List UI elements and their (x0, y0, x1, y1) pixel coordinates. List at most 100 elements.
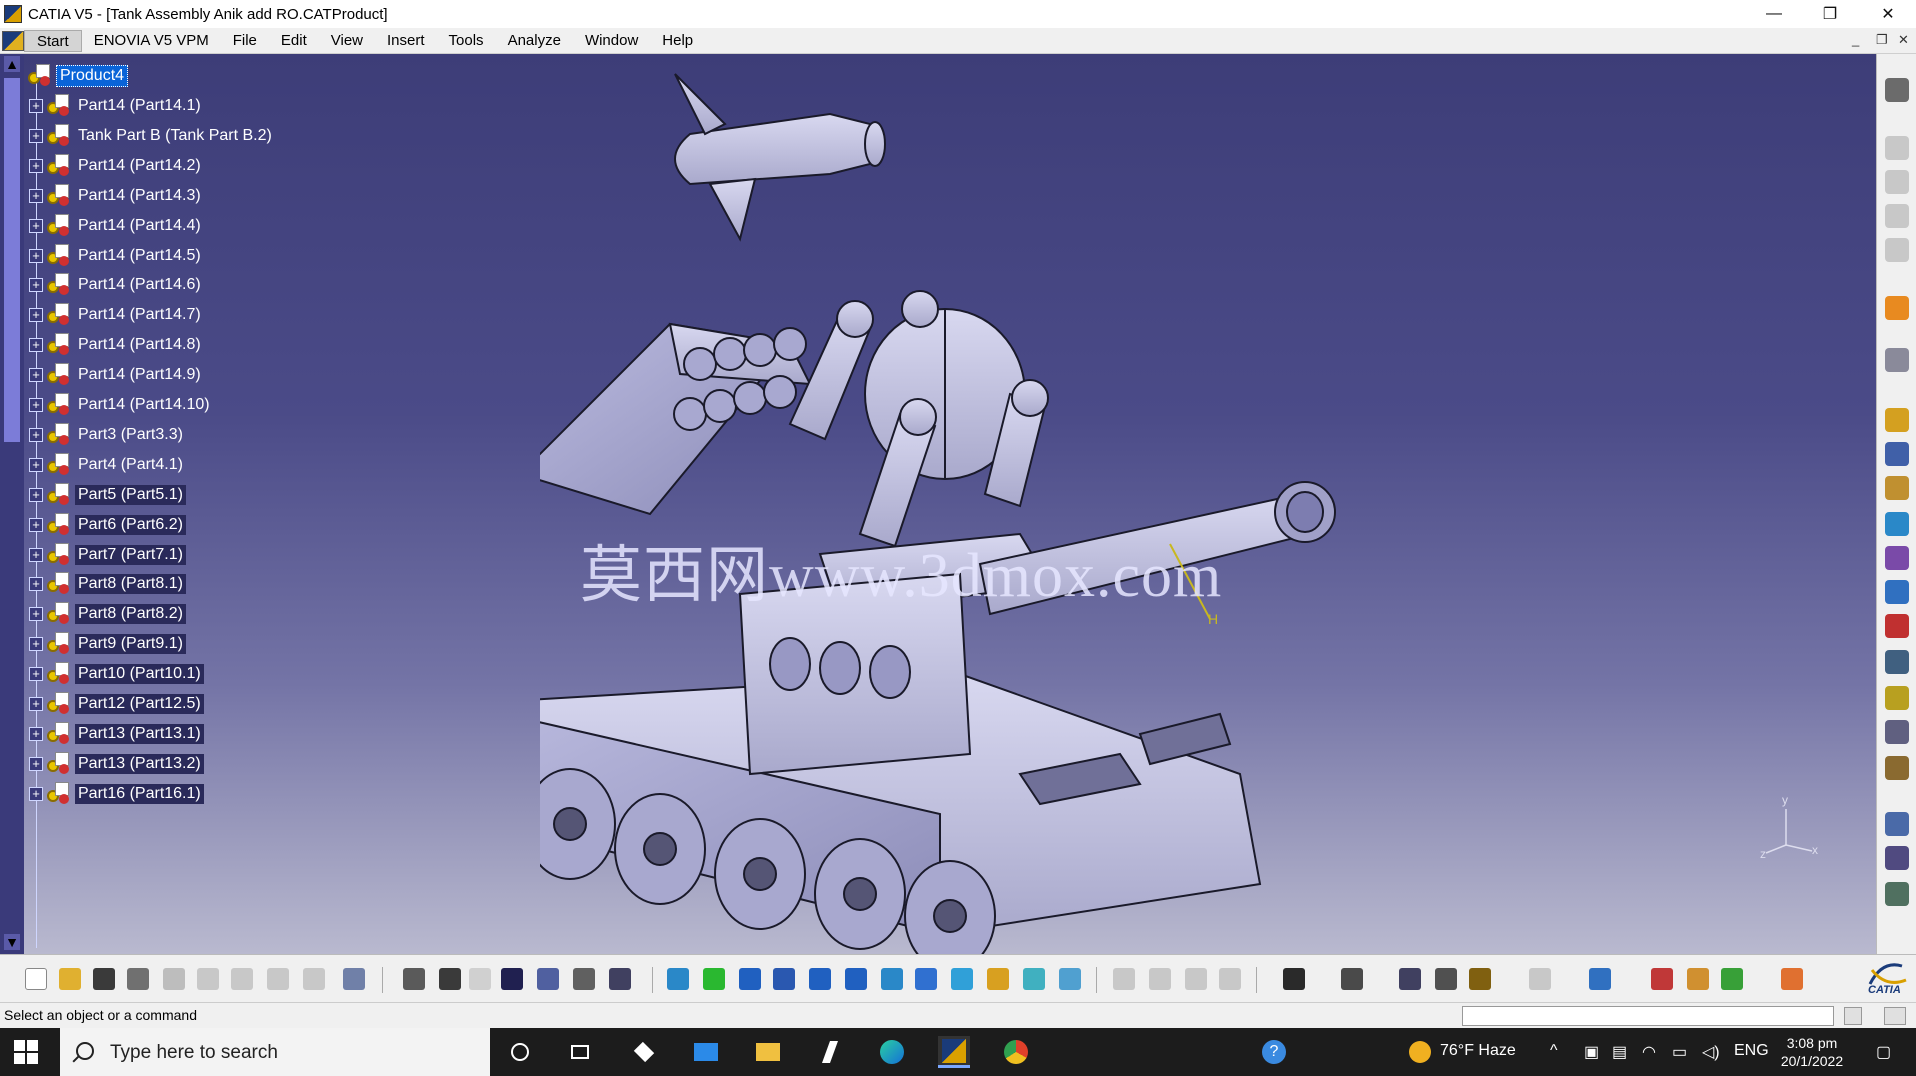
tree-node-label[interactable]: Part6 (Part6.2) (75, 514, 186, 535)
copy-icon[interactable] (194, 965, 222, 993)
tree-node-label[interactable]: Part13 (Part13.1) (75, 723, 204, 744)
tree-node-label[interactable]: Part9 (Part9.1) (75, 634, 186, 655)
scroll-down-arrow-icon[interactable]: ▼ (4, 934, 20, 950)
catia-taskbar-icon[interactable] (938, 1036, 970, 1068)
tree-node-label[interactable]: Part14 (Part14.10) (75, 395, 213, 415)
expand-plus-icon[interactable]: + (29, 368, 43, 383)
tree-node[interactable]: + Part9 (Part9.1) (24, 628, 186, 660)
menu-start[interactable]: Start (24, 29, 82, 52)
flexible-subassembly-icon[interactable] (1883, 648, 1911, 676)
formula-icon[interactable] (400, 965, 428, 993)
fly-mode-icon[interactable] (664, 965, 692, 993)
render-icon[interactable] (1718, 965, 1746, 993)
grid-icon[interactable] (1778, 965, 1806, 993)
tree-node-label[interactable]: Part14 (Part14.7) (75, 305, 204, 325)
tree-node[interactable]: + Part14 (Part14.9) (24, 359, 204, 391)
select-arrow-icon[interactable] (1883, 294, 1911, 322)
tree-node-label[interactable]: Part10 (Part10.1) (75, 664, 204, 685)
tree-scrollbar[interactable]: ▲ ▼ (0, 54, 24, 954)
chevron-up-icon[interactable]: ^ (1550, 1042, 1558, 1060)
manipulate-icon[interactable] (1883, 346, 1911, 374)
new-component-icon[interactable] (1883, 202, 1911, 230)
plane-icon[interactable] (1586, 965, 1614, 993)
expand-plus-icon[interactable]: + (29, 517, 43, 532)
zoom-out-icon[interactable] (842, 965, 870, 993)
tree-node[interactable]: + Part12 (Part12.5) (24, 688, 204, 720)
expand-plus-icon[interactable]: + (29, 756, 43, 771)
help-icon[interactable]: ? (1258, 1036, 1290, 1068)
snap-icon[interactable] (1146, 965, 1174, 993)
undo-icon[interactable] (264, 965, 292, 993)
tree-node-label[interactable]: Part14 (Part14.4) (75, 216, 204, 236)
offset-constraint-icon[interactable] (1883, 474, 1911, 502)
expand-plus-icon[interactable]: + (29, 487, 43, 502)
measure-between-icon[interactable] (1396, 965, 1424, 993)
power-input-icon[interactable] (1884, 1007, 1906, 1025)
whats-this-icon[interactable] (340, 965, 368, 993)
expand-plus-icon[interactable]: + (29, 726, 43, 741)
network-vpn-icon[interactable]: ▤ (1612, 1042, 1627, 1062)
normal-view-icon[interactable] (878, 965, 906, 993)
expand-plus-icon[interactable]: + (29, 697, 43, 711)
tree-node-label[interactable]: Part14 (Part14.6) (75, 275, 204, 295)
expand-plus-icon[interactable]: + (29, 248, 43, 263)
tree-node[interactable]: + Part14 (Part14.2) (24, 150, 204, 182)
close-button[interactable]: ✕ (1860, 0, 1916, 28)
weather-icon[interactable] (1404, 1036, 1436, 1068)
expand-plus-icon[interactable]: + (29, 338, 43, 353)
cut-icon[interactable] (160, 965, 188, 993)
tree-node-label[interactable]: Part13 (Part13.2) (75, 753, 204, 774)
battery-icon[interactable]: ▭ (1672, 1042, 1687, 1062)
capture-camera-icon[interactable] (1280, 965, 1308, 993)
tree-node-label[interactable]: Part14 (Part14.5) (75, 246, 204, 266)
weather-text[interactable]: 76°F Haze (1440, 1042, 1516, 1060)
coincidence-constraint-icon[interactable] (1883, 406, 1911, 434)
measure-inertia-icon[interactable] (1466, 965, 1494, 993)
taskbar-search[interactable]: Type here to search (60, 1028, 490, 1076)
tree-node[interactable]: + Part13 (Part13.1) (24, 718, 204, 750)
redo-icon[interactable] (300, 965, 328, 993)
expand-plus-icon[interactable]: + (29, 547, 43, 562)
expand-plus-icon[interactable]: + (29, 457, 43, 472)
multi-view-icon[interactable] (912, 965, 940, 993)
tree-node-label[interactable]: Part3 (Part3.3) (75, 425, 186, 445)
tree-root[interactable]: Product4 (24, 60, 129, 92)
catia-menu-icon[interactable] (2, 30, 24, 51)
doc-minimize-button[interactable]: _ (1852, 32, 1859, 47)
dropbox-icon[interactable] (628, 1036, 660, 1068)
tree-node-label[interactable]: Part5 (Part5.1) (75, 484, 186, 505)
clash-analysis-icon[interactable] (1883, 810, 1911, 838)
command-input[interactable] (1462, 1006, 1834, 1026)
tree-node[interactable]: + Part3 (Part3.3) (24, 419, 186, 451)
tree-node-label[interactable]: Part8 (Part8.2) (75, 604, 186, 625)
menu-view[interactable]: View (319, 30, 375, 52)
tree-node-label[interactable]: Part8 (Part8.1) (75, 574, 186, 595)
tree-node[interactable]: + Part14 (Part14.1) (24, 90, 204, 122)
notifications-icon[interactable]: ▢ (1876, 1042, 1891, 1062)
new-part-icon[interactable] (1883, 236, 1911, 264)
angle-constraint-icon[interactable] (1883, 510, 1911, 538)
tree-node-label[interactable]: Part16 (Part16.1) (75, 783, 204, 804)
menu-file[interactable]: File (221, 30, 269, 52)
expand-plus-icon[interactable]: + (29, 218, 43, 233)
bill-of-material-icon[interactable] (1338, 965, 1366, 993)
zoom-in-icon[interactable] (806, 965, 834, 993)
chrome-icon[interactable] (1000, 1036, 1032, 1068)
fix-component-icon[interactable] (1883, 544, 1911, 572)
explode-icon[interactable] (1883, 880, 1911, 908)
tree-node[interactable]: + Tank Part B (Tank Part B.2) (24, 120, 275, 152)
update-icon[interactable] (1883, 754, 1911, 782)
tank-3d-model[interactable]: H (540, 54, 1540, 954)
fit-all-icon[interactable] (700, 965, 728, 993)
expand-plus-icon[interactable]: + (29, 786, 43, 801)
rotate-icon[interactable] (770, 965, 798, 993)
apply-material-icon[interactable] (1684, 965, 1712, 993)
tree-node[interactable]: + Part14 (Part14.8) (24, 329, 204, 361)
expand-plus-icon[interactable]: + (29, 99, 43, 113)
contact-constraint-icon[interactable] (1883, 440, 1911, 468)
expand-plus-icon[interactable]: + (29, 398, 43, 412)
print-icon[interactable] (124, 965, 152, 993)
tree-node[interactable]: + Part10 (Part10.1) (24, 658, 204, 690)
tree-node-label[interactable]: Part4 (Part4.1) (75, 455, 186, 475)
doc-restore-button[interactable]: ❐ (1876, 32, 1888, 48)
